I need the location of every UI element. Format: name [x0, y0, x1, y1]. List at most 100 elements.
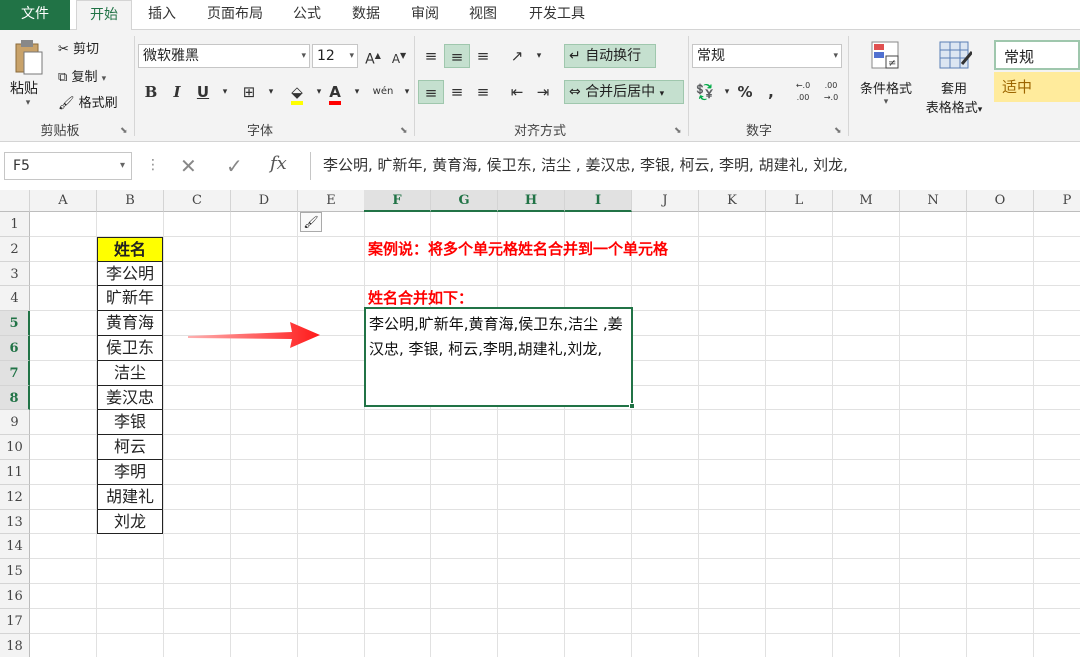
alignment-launcher-icon[interactable]: ⬊: [674, 126, 682, 136]
column-header-n[interactable]: N: [900, 190, 967, 212]
fill-handle[interactable]: [629, 403, 635, 409]
italic-button[interactable]: I: [164, 80, 190, 104]
row-header-7[interactable]: 7: [0, 360, 30, 386]
row-header-1[interactable]: 1: [0, 212, 30, 237]
row-header-12[interactable]: 12: [0, 484, 30, 510]
column-header-c[interactable]: C: [164, 190, 231, 212]
clipboard-launcher-icon[interactable]: ⬊: [120, 126, 128, 136]
row-header-3[interactable]: 3: [0, 261, 30, 287]
merge-center-button[interactable]: ⇔ 合并后居中 ▾: [564, 80, 684, 104]
column-header-i[interactable]: I: [565, 190, 632, 212]
row-header-14[interactable]: 14: [0, 534, 30, 560]
row-header-13[interactable]: 13: [0, 509, 30, 535]
phonetic-button[interactable]: wén: [370, 80, 396, 104]
formula-input[interactable]: 李公明, 旷新年, 黄育海, 侯卫东, 洁尘 , 姜汉忠, 李银, 柯云, 李明…: [310, 152, 1080, 180]
row-header-10[interactable]: 10: [0, 435, 30, 460]
tab-insert[interactable]: 插入: [140, 0, 184, 30]
align-center-button[interactable]: ≡: [444, 80, 470, 104]
paste-button[interactable]: 粘贴 ▾: [10, 38, 46, 108]
row-header-8[interactable]: 8: [0, 385, 30, 411]
shrink-font-button[interactable]: A▼: [386, 44, 412, 68]
select-all-button[interactable]: [0, 190, 30, 212]
align-bottom-button[interactable]: ≡: [470, 44, 496, 68]
align-right-button[interactable]: ≡: [470, 80, 496, 104]
name-cell[interactable]: 侯卫东: [97, 336, 163, 361]
paste-options-icon[interactable]: 🖌: [300, 212, 322, 232]
column-header-o[interactable]: O: [967, 190, 1034, 212]
percent-button[interactable]: %: [732, 80, 758, 104]
name-cell[interactable]: 胡建礼: [97, 484, 163, 510]
increase-decimal-button[interactable]: ←.0.00: [790, 80, 816, 104]
row-header-16[interactable]: 16: [0, 584, 30, 609]
number-launcher-icon[interactable]: ⬊: [834, 126, 842, 136]
font-size-select[interactable]: 12 ▾: [312, 44, 358, 68]
name-cell[interactable]: 李公明: [97, 261, 163, 287]
conditional-format-button[interactable]: ≠ 条件格式 ▾: [854, 38, 918, 107]
chevron-down-icon[interactable]: ▾: [660, 89, 665, 99]
row-header-6[interactable]: 6: [0, 336, 30, 361]
cell-style-normal[interactable]: 常规: [994, 40, 1080, 70]
format-as-table-button[interactable]: 套用 表格格式▾: [918, 38, 990, 116]
column-header-d[interactable]: D: [231, 190, 298, 212]
name-box[interactable]: F5 ▾: [4, 152, 132, 180]
name-cell[interactable]: 旷新年: [97, 286, 163, 312]
column-header-p[interactable]: P: [1034, 190, 1080, 212]
column-header-f[interactable]: F: [364, 190, 431, 212]
paste-dropdown-icon[interactable]: ▾: [10, 98, 46, 108]
row-header-5[interactable]: 5: [0, 311, 30, 336]
tab-data[interactable]: 数据: [344, 0, 388, 30]
format-painter-button[interactable]: 🖌 格式刷: [58, 92, 118, 111]
column-header-j[interactable]: J: [632, 190, 699, 212]
column-header-m[interactable]: M: [833, 190, 900, 212]
decrease-decimal-button[interactable]: .00 →.0: [818, 80, 844, 104]
row-header-4[interactable]: 4: [0, 286, 30, 312]
chevron-down-icon[interactable]: ▾: [854, 97, 918, 107]
underline-dropdown-icon[interactable]: ▾: [212, 80, 238, 104]
tab-file[interactable]: 文件: [0, 0, 70, 30]
decrease-indent-button[interactable]: ⇤: [504, 80, 530, 104]
tab-view[interactable]: 视图: [461, 0, 505, 30]
cancel-icon[interactable]: ✕: [180, 154, 197, 178]
font-launcher-icon[interactable]: ⬊: [400, 126, 408, 136]
merged-names-cell[interactable]: 李公明,旷新年,黄育海,侯卫东,洁尘 ,姜汉忠, 李银, 柯云,李明,胡建礼,刘…: [364, 307, 633, 407]
name-cell[interactable]: 洁尘: [97, 360, 163, 386]
bold-button[interactable]: B: [138, 80, 164, 104]
row-header-18[interactable]: 18: [0, 633, 30, 657]
column-header-b[interactable]: B: [97, 190, 164, 212]
column-header-h[interactable]: H: [498, 190, 565, 212]
tab-developer[interactable]: 开发工具: [520, 0, 594, 30]
tab-page-layout[interactable]: 页面布局: [198, 0, 272, 30]
copy-button[interactable]: ⧉ 复制 ▾: [58, 66, 106, 85]
row-header-9[interactable]: 9: [0, 410, 30, 436]
name-cell[interactable]: 柯云: [97, 435, 163, 460]
column-header-e[interactable]: E: [298, 190, 365, 212]
copy-dropdown-icon[interactable]: ▾: [102, 74, 107, 84]
name-cell[interactable]: 刘龙: [97, 509, 163, 535]
cut-button[interactable]: ✂ 剪切: [58, 38, 99, 57]
column-header-g[interactable]: G: [431, 190, 498, 212]
tab-review[interactable]: 审阅: [403, 0, 447, 30]
font-color-dropdown-icon[interactable]: ▾: [344, 80, 370, 104]
name-cell[interactable]: 李明: [97, 460, 163, 485]
tab-formulas[interactable]: 公式: [285, 0, 329, 30]
tab-home[interactable]: 开始: [76, 0, 132, 31]
chevron-down-icon[interactable]: ▾: [120, 153, 125, 179]
row-header-15[interactable]: 15: [0, 559, 30, 584]
name-header-cell[interactable]: 姓名: [97, 236, 163, 262]
increase-indent-button[interactable]: ⇥: [530, 80, 556, 104]
column-header-a[interactable]: A: [30, 190, 97, 212]
cell-style-neutral[interactable]: 适中: [994, 72, 1080, 102]
number-format-select[interactable]: 常规 ▾: [692, 44, 842, 68]
grow-font-button[interactable]: A▲: [360, 44, 386, 68]
name-cell[interactable]: 黄育海: [97, 311, 163, 336]
enter-icon[interactable]: ✓: [226, 154, 243, 178]
align-left-button[interactable]: ≡: [418, 80, 444, 104]
phonetic-dropdown-icon[interactable]: ▾: [394, 80, 420, 104]
column-header-l[interactable]: L: [766, 190, 833, 212]
name-cell[interactable]: 姜汉忠: [97, 385, 163, 411]
function-icon[interactable]: fx: [270, 153, 287, 174]
column-header-k[interactable]: K: [699, 190, 766, 212]
wrap-text-button[interactable]: ↵ 自动换行: [564, 44, 656, 68]
border-dropdown-icon[interactable]: ▾: [258, 80, 284, 104]
name-cell[interactable]: 李银: [97, 410, 163, 436]
